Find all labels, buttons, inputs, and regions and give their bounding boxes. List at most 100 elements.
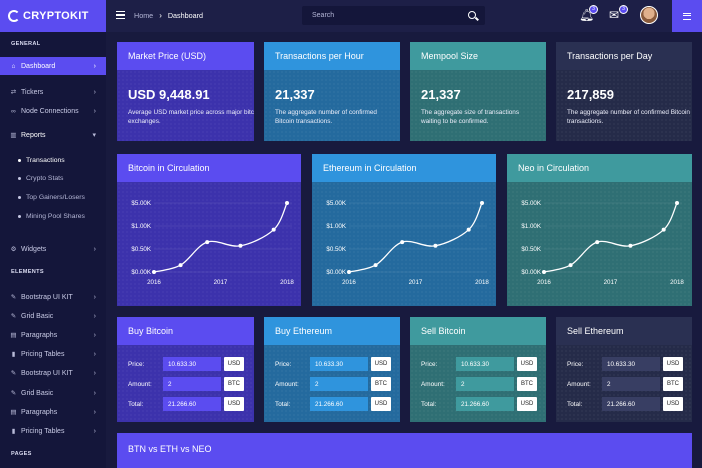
widgets-icon: ⚙ (10, 246, 17, 253)
avatar[interactable] (640, 6, 658, 24)
total-row: Total: 21.266.60 USD (567, 397, 683, 411)
sidebar-item-grid-basic-2[interactable]: ✎ Grid Basic › (0, 384, 106, 402)
sidebar-item-pricing-tables-2[interactable]: ▮ Pricing Tables › (0, 422, 106, 440)
sidebar-subitem-top-gainers[interactable]: Top Gainers/Losers (0, 189, 106, 205)
total-row: Total: 21.266.60 USD (421, 397, 537, 411)
ethereum-line-chart: $0.00K $0.50K $1.00K $5.00K 2016 2017 2018 (326, 200, 489, 286)
price-row: Price: 10.633.30 USD (128, 357, 244, 371)
brand-logo[interactable]: CRYPTOKIT (0, 0, 106, 32)
menu-button[interactable] (672, 0, 702, 32)
total-label: Total: (567, 400, 583, 408)
sidebar-item-grid-basic[interactable]: ✎ Grid Basic › (0, 307, 106, 325)
chevron-right-icon: › (93, 293, 96, 301)
stat-description: The aggregate number of confirmed Bitcoi… (275, 109, 377, 125)
amount-input[interactable]: 2 (456, 377, 514, 391)
notification-badge: 3 (589, 5, 598, 14)
card-title: Bitcoin in Circulation (117, 154, 301, 182)
price-label: Price: (567, 360, 584, 368)
sidebar-item-pricing-tables[interactable]: ▮ Pricing Tables › (0, 345, 106, 363)
amount-row: Amount: 2 BTC (421, 377, 537, 391)
total-input[interactable]: 21.266.60 (310, 397, 368, 411)
stat-value: 21,337 (275, 87, 315, 102)
comparison-title: BTN vs ETH vs NEO (128, 444, 212, 454)
price-input[interactable]: 10.633.30 (602, 357, 660, 371)
amount-input[interactable]: 2 (602, 377, 660, 391)
trade-card-sell-bitcoin: Sell Bitcoin Price: 10.633.30 USD Amount: 2… (410, 317, 546, 422)
price-label: Price: (275, 360, 292, 368)
data-point (373, 263, 378, 268)
card-title: Sell Ethereum (556, 317, 692, 345)
sidebar-item-paragraphs-2[interactable]: ▤ Paragraphs › (0, 403, 106, 421)
hamburger-icon[interactable] (116, 11, 125, 19)
data-point (568, 263, 573, 268)
search-input[interactable]: Search (302, 6, 485, 25)
sidebar-subitem-mining-pool[interactable]: Mining Pool Shares (0, 208, 106, 224)
total-input[interactable]: 21.266.60 (163, 397, 221, 411)
total-label: Total: (421, 400, 437, 408)
amount-input[interactable]: 2 (310, 377, 368, 391)
sidebar-item-bootstrap-ui-kit-2[interactable]: ✎ Bootstrap UI KIT › (0, 364, 106, 382)
chevron-right-icon: › (93, 369, 96, 377)
section-elements: ELEMENTS (11, 269, 44, 275)
total-input[interactable]: 21.266.60 (602, 397, 660, 411)
price-input[interactable]: 10.633.30 (163, 357, 221, 371)
total-input[interactable]: 21.266.60 (456, 397, 514, 411)
sidebar-item-label: Paragraphs (21, 331, 58, 339)
sidebar-item-reports[interactable]: ▥ Reports ▾ (0, 126, 106, 144)
breadcrumb-home[interactable]: Home (134, 11, 153, 20)
y-tick-label: $0.00K (131, 269, 151, 276)
data-point (205, 240, 210, 245)
currency-tag: USD (663, 357, 683, 371)
sidebar-item-bootstrap-ui-kit[interactable]: ✎ Bootstrap UI KIT › (0, 288, 106, 306)
sidebar-item-widgets[interactable]: ⚙ Widgets › (0, 240, 106, 258)
sidebar-item-label: Pricing Tables (21, 350, 65, 358)
stat-value: 217,859 (567, 87, 614, 102)
ticker-icon: ⇄ (10, 89, 17, 96)
currency-tag: USD (663, 397, 683, 411)
sidebar-item-label: Grid Basic (21, 389, 54, 397)
stat-value: 21,337 (421, 87, 461, 102)
amount-row: Amount: 2 BTC (128, 377, 244, 391)
x-tick-label: 2018 (670, 279, 684, 286)
sidebar-item-tickers[interactable]: ⇄ Tickers › (0, 83, 106, 101)
sidebar-item-node-connections[interactable]: ∞ Node Connections › (0, 102, 106, 120)
y-tick-label: $5.00K (326, 200, 346, 207)
search-icon[interactable] (468, 11, 476, 19)
sidebar-item-dashboard[interactable]: ⌂ Dashboard › (0, 57, 106, 75)
amount-input[interactable]: 2 (163, 377, 221, 391)
card-title: Buy Ethereum (264, 317, 400, 345)
price-input[interactable]: 10.633.30 (310, 357, 368, 371)
chart-card-neo: Neo in Circulation $0.00K $0.50K $1.00K $5.0… (507, 154, 692, 306)
chevron-right-icon: › (93, 427, 96, 435)
y-tick-label: $1.00K (326, 223, 346, 230)
brush-icon: ✎ (10, 294, 17, 301)
x-tick-label: 2017 (409, 279, 423, 286)
card-title: Transactions per Hour (264, 42, 400, 70)
card-title: Sell Bitcoin (410, 317, 546, 345)
currency-tag: USD (371, 357, 391, 371)
y-tick-label: $0.50K (131, 246, 151, 253)
sidebar-subitem-crypto-stats[interactable]: Crypto Stats (0, 170, 106, 186)
sidebar-item-label: Bootstrap UI KIT (21, 293, 73, 301)
data-point (675, 201, 679, 205)
chevron-right-icon: › (93, 389, 96, 397)
price-input[interactable]: 10.633.30 (456, 357, 514, 371)
card-title: Market Price (USD) (117, 42, 254, 70)
y-tick-label: $0.50K (326, 246, 346, 253)
chevron-right-icon: › (93, 350, 96, 358)
comparison-panel: BTN vs ETH vs NEO (117, 433, 692, 468)
card-title: Transactions per Day (556, 42, 692, 70)
total-label: Total: (275, 400, 291, 408)
data-point (285, 201, 289, 205)
amount-label: Amount: (128, 380, 152, 388)
neo-line-chart: $0.00K $0.50K $1.00K $5.00K 2016 2017 2018 (521, 200, 684, 286)
x-tick-label: 2017 (604, 279, 618, 286)
grid-icon: ✎ (10, 313, 17, 320)
bell-icon[interactable]: 🔔︎ 3 (579, 5, 598, 22)
mail-icon[interactable]: ✉︎ 3 (609, 5, 628, 22)
sidebar-item-paragraphs[interactable]: ▤ Paragraphs › (0, 326, 106, 344)
currency-tag: BTC (371, 377, 391, 391)
currency-tag: USD (517, 397, 537, 411)
breadcrumb: Home › Dashboard (134, 11, 203, 20)
sidebar-subitem-transactions[interactable]: Transactions (0, 152, 106, 168)
